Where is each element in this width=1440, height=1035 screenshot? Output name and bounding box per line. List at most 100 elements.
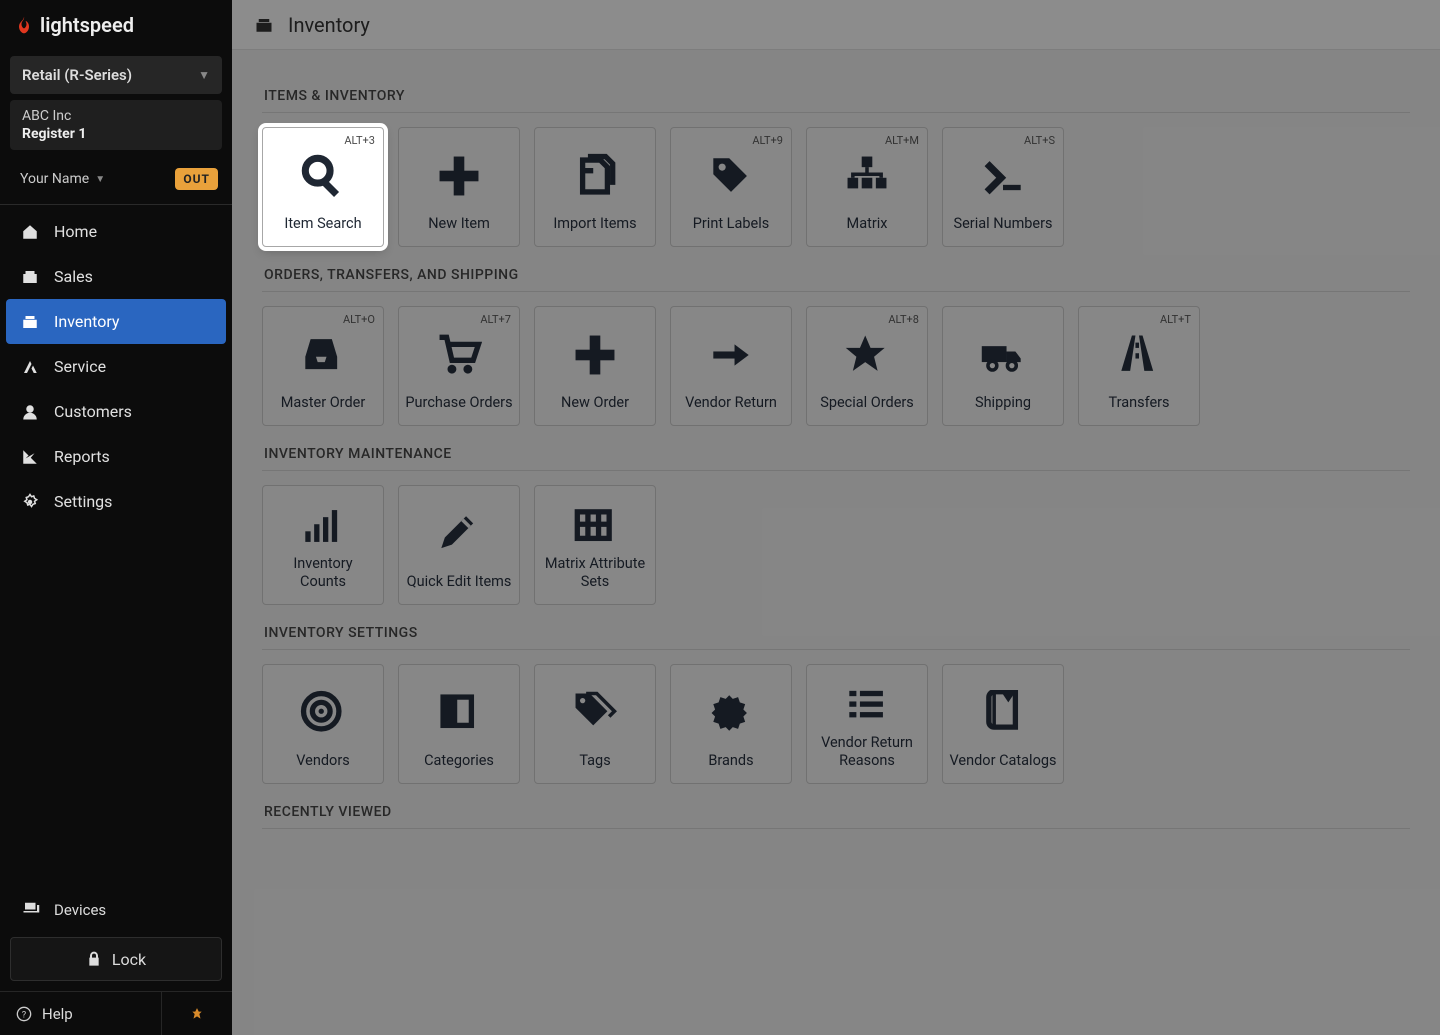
pin-button[interactable] <box>162 992 232 1035</box>
certificate-icon <box>677 675 785 752</box>
nav-item-settings[interactable]: Settings <box>0 479 232 524</box>
lock-icon <box>86 951 102 967</box>
tile-tags[interactable]: Tags <box>534 664 656 784</box>
pencil-icon <box>405 496 513 573</box>
nav-item-service[interactable]: Service <box>0 344 232 389</box>
tile-vendors[interactable]: Vendors <box>262 664 384 784</box>
tile-import-items[interactable]: Import Items <box>534 127 656 247</box>
nav-item-home[interactable]: Home <box>0 209 232 254</box>
tile-label: Vendor Catalogs <box>950 752 1057 769</box>
brand-logo[interactable]: lightspeed <box>0 0 232 50</box>
register-name: Register 1 <box>22 126 210 142</box>
nav-label: Service <box>54 357 106 376</box>
tile-label: Master Order <box>281 394 366 411</box>
tile-vendor-catalogs[interactable]: Vendor Catalogs <box>942 664 1064 784</box>
tile-label: Special Orders <box>820 394 914 411</box>
tile-label: Transfers <box>1108 394 1169 411</box>
tile-matrix-attribute-sets[interactable]: Matrix Attribute Sets <box>534 485 656 605</box>
tile-master-order[interactable]: ALT+O Master Order <box>262 306 384 426</box>
nav-label: Home <box>54 222 97 241</box>
product-selector[interactable]: Retail (R-Series) ▼ <box>10 56 222 94</box>
tile-row: Inventory Counts Quick Edit ItemsMatrix A… <box>262 485 1410 605</box>
tile-label: Brands <box>708 752 753 769</box>
out-badge[interactable]: OUT <box>175 168 218 190</box>
list-icon <box>813 675 921 734</box>
nav-label: Settings <box>54 492 112 511</box>
section-title: RECENTLY VIEWED <box>264 804 1410 820</box>
tile-item-search[interactable]: ALT+3 Item Search <box>262 127 384 247</box>
arrow-right-icon <box>677 317 785 394</box>
shortcut-label: ALT+S <box>1024 134 1055 147</box>
product-selector-label: Retail (R-Series) <box>22 66 132 84</box>
tile-transfers[interactable]: ALT+TTransfers <box>1078 306 1200 426</box>
tile-new-order[interactable]: New Order <box>534 306 656 426</box>
lock-label: Lock <box>112 950 146 969</box>
brand-name: lightspeed <box>40 13 134 37</box>
tile-vendor-return[interactable]: Vendor Return <box>670 306 792 426</box>
tile-label: Vendor Return <box>685 394 777 411</box>
svg-text:?: ? <box>22 1009 27 1020</box>
tile-print-labels[interactable]: ALT+9Print Labels <box>670 127 792 247</box>
page-title: Inventory <box>288 13 370 37</box>
tile-label: Inventory Counts <box>269 555 377 590</box>
customers-icon <box>20 403 40 421</box>
nav-item-sales[interactable]: Sales <box>0 254 232 299</box>
tile-vendor-return-reasons[interactable]: Vendor Return Reasons <box>806 664 928 784</box>
nav-item-customers[interactable]: Customers <box>0 389 232 434</box>
section-divider <box>262 649 1410 650</box>
tile-special-orders[interactable]: ALT+8 Special Orders <box>806 306 928 426</box>
tile-label: Tags <box>579 752 610 769</box>
target-icon <box>269 675 377 752</box>
bars-icon <box>269 496 377 555</box>
import-icon <box>541 138 649 215</box>
tile-quick-edit-items[interactable]: Quick Edit Items <box>398 485 520 605</box>
tile-inventory-counts[interactable]: Inventory Counts <box>262 485 384 605</box>
grid-icon <box>541 496 649 555</box>
user-row[interactable]: Your Name ▼ OUT <box>0 156 232 204</box>
plus-icon <box>541 317 649 394</box>
tile-brands[interactable]: Brands <box>670 664 792 784</box>
lock-button[interactable]: Lock <box>10 937 222 981</box>
tile-serial-numbers[interactable]: ALT+SSerial Numbers <box>942 127 1064 247</box>
tile-label: Item Search <box>284 215 361 232</box>
help-bar: ? Help <box>0 991 232 1035</box>
tile-label: Purchase Orders <box>405 394 512 411</box>
nav: Home Sales Inventory Service Customers Report… <box>0 204 232 881</box>
section-divider <box>262 291 1410 292</box>
nav-label: Reports <box>54 447 110 466</box>
help-label: Help <box>42 1005 73 1023</box>
star-icon <box>813 317 921 394</box>
tile-purchase-orders[interactable]: ALT+7Purchase Orders <box>398 306 520 426</box>
shortcut-label: ALT+9 <box>752 134 783 147</box>
tile-new-item[interactable]: New Item <box>398 127 520 247</box>
company-name: ABC Inc <box>22 108 210 124</box>
plus-icon <box>405 138 513 215</box>
tile-label: Matrix <box>847 215 888 232</box>
settings-icon <box>20 493 40 511</box>
nav-item-inventory[interactable]: Inventory <box>6 299 226 344</box>
reports-icon <box>20 448 40 466</box>
tag-icon <box>677 138 785 215</box>
serial-icon <box>949 138 1057 215</box>
shortcut-label: ALT+8 <box>888 313 919 326</box>
tile-label: New Order <box>561 394 629 411</box>
shortcut-label: ALT+3 <box>344 134 375 147</box>
tile-label: Categories <box>424 752 494 769</box>
help-button[interactable]: ? Help <box>0 992 162 1035</box>
help-icon: ? <box>16 1006 32 1022</box>
tile-matrix[interactable]: ALT+MMatrix <box>806 127 928 247</box>
nav-label: Sales <box>54 267 93 286</box>
devices-link[interactable]: Devices <box>8 889 224 931</box>
tile-label: Vendors <box>296 752 349 769</box>
user-name: Your Name <box>20 171 89 187</box>
inventory-icon <box>254 16 274 34</box>
nav-item-reports[interactable]: Reports <box>0 434 232 479</box>
tile-shipping[interactable]: Shipping <box>942 306 1064 426</box>
tags-icon <box>541 675 649 752</box>
inbox-icon <box>269 317 377 394</box>
company-box[interactable]: ABC Inc Register 1 <box>10 100 222 150</box>
tile-label: Vendor Return Reasons <box>813 734 921 769</box>
sidebar: lightspeed Retail (R-Series) ▼ ABC Inc R… <box>0 0 232 1035</box>
shortcut-label: ALT+O <box>343 313 375 326</box>
tile-categories[interactable]: Categories <box>398 664 520 784</box>
